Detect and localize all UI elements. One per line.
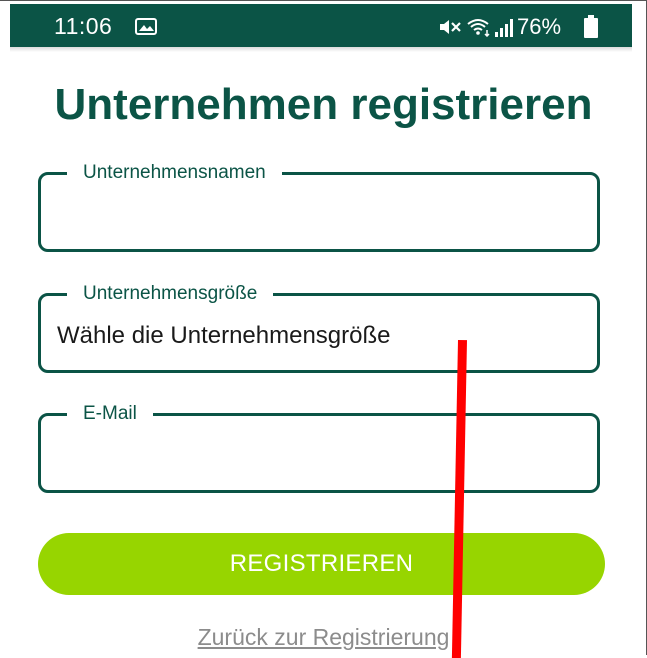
- company-size-select[interactable]: Unternehmensgröße Wähle die Unternehmens…: [38, 282, 600, 373]
- company-size-label: Unternehmensgröße: [67, 282, 274, 306]
- image-icon: [135, 18, 157, 35]
- mute-icon: [440, 20, 461, 34]
- status-bar: 11:06 76%: [10, 4, 632, 47]
- email-label: E-Mail: [67, 402, 153, 426]
- battery-icon: [584, 15, 598, 38]
- signal-icon: [495, 19, 513, 37]
- email-field[interactable]: E-Mail: [38, 402, 600, 493]
- frame-top-border: [0, 0, 647, 1]
- status-time: 11:06: [54, 13, 113, 39]
- red-annotation-line: [451, 340, 467, 658]
- register-button[interactable]: REGISTRIEREN: [38, 533, 605, 595]
- company-name-field[interactable]: Unternehmensnamen: [38, 161, 600, 252]
- page-title: Unternehmen registrieren: [54, 80, 593, 129]
- wifi-icon: [467, 19, 490, 37]
- status-bar-shadow: [10, 47, 632, 52]
- company-name-label: Unternehmensnamen: [67, 161, 282, 185]
- company-size-value: Wähle die Unternehmensgröße: [57, 322, 391, 349]
- back-to-registration-link[interactable]: Zurück zur Registrierung: [0, 624, 647, 651]
- battery-percentage: 76%: [517, 14, 562, 39]
